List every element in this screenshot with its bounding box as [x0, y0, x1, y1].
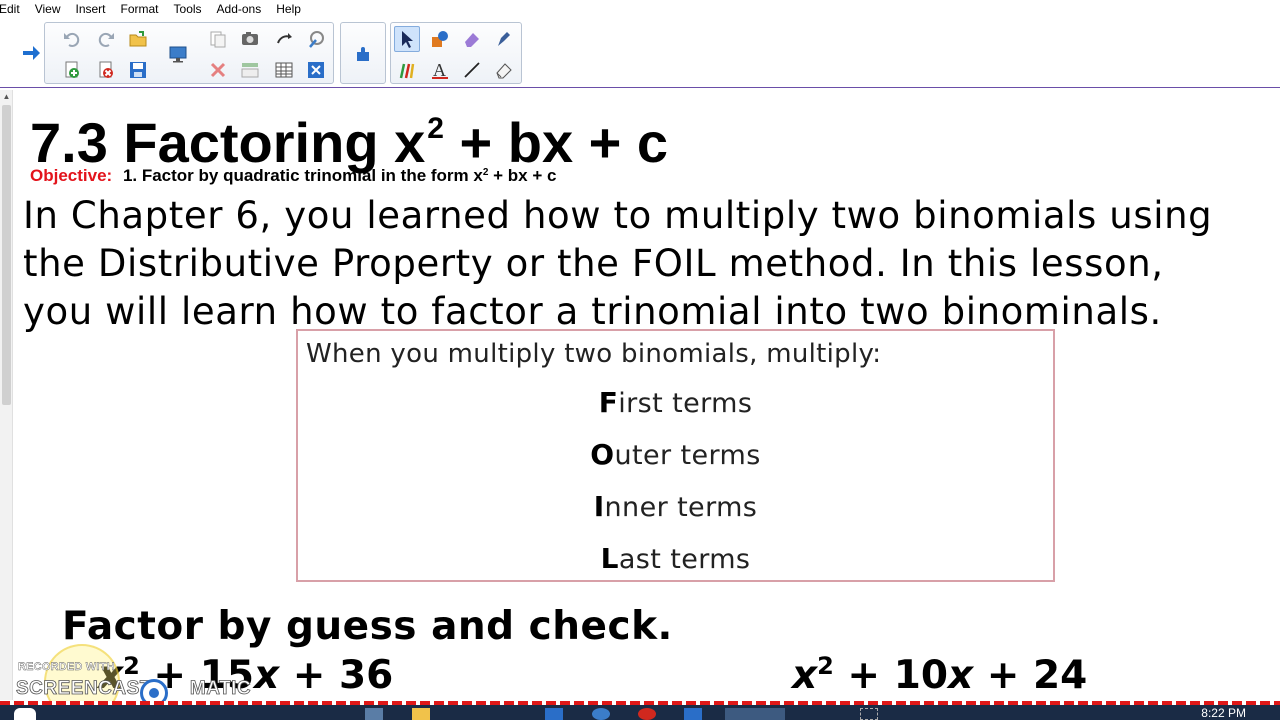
active-app-icon[interactable] — [725, 708, 785, 720]
pen-tool-icon[interactable] — [491, 26, 517, 52]
screencast-watermark: RECORDED WITH SCREENCAST MATIC — [14, 658, 251, 707]
menu-help[interactable]: Help — [269, 0, 309, 18]
line-tool-icon[interactable] — [459, 57, 485, 83]
forward-arrow-icon[interactable] — [18, 40, 44, 66]
toolbar-group-addons — [340, 22, 386, 84]
eraser-icon[interactable] — [491, 57, 517, 83]
clock: 8:22 PM — [1201, 706, 1246, 720]
guess-check-heading: Factor by guess and check. — [62, 604, 673, 649]
shapes-icon[interactable] — [427, 26, 453, 52]
taskview-icon[interactable] — [365, 708, 383, 720]
toolbar-group-page — [44, 22, 334, 84]
close-box-icon[interactable] — [303, 57, 329, 83]
menu-edit[interactable]: Edit — [0, 0, 28, 18]
foil-heading: When you multiply two binomials, multipl… — [306, 339, 882, 369]
grid-icon[interactable] — [271, 57, 297, 83]
menu-tools[interactable]: Tools — [167, 0, 210, 18]
objective-label: Objective: — [30, 166, 113, 185]
creative-pens-icon[interactable] — [394, 57, 420, 83]
taskbar: 8:22 PM — [0, 705, 1280, 720]
foil-row-last: Last terms — [600, 542, 751, 575]
new-page-icon[interactable] — [59, 57, 85, 83]
toolbar: A — [0, 18, 1280, 88]
snip-icon[interactable] — [860, 708, 878, 720]
screen-shade-icon[interactable] — [165, 41, 191, 67]
delete-page-icon[interactable] — [93, 57, 119, 83]
foil-box[interactable]: When you multiply two binomials, multipl… — [296, 329, 1055, 582]
watermark-recorded-text: RECORDED WITH — [18, 661, 115, 673]
undo-icon[interactable] — [59, 26, 85, 52]
intro-paragraph: In Chapter 6, you learned how to multipl… — [23, 192, 1273, 336]
vertical-scrollbar[interactable]: ▲ — [0, 90, 13, 700]
menu-add-ons[interactable]: Add-ons — [210, 0, 270, 18]
save-icon[interactable] — [125, 57, 151, 83]
objective-text: 1. Factor by quadratic trinomial in the … — [122, 166, 557, 185]
browser-icon[interactable] — [592, 708, 610, 720]
text-tool-icon[interactable]: A — [427, 57, 453, 83]
eraser-shape-icon[interactable] — [459, 26, 485, 52]
select-tool-icon[interactable] — [394, 26, 420, 52]
table-view-icon[interactable] — [237, 57, 263, 83]
search-icon[interactable] — [14, 708, 36, 720]
intro-line: the Distributive Property or the FOIL me… — [23, 242, 1164, 285]
screen-capture-icon[interactable] — [271, 26, 297, 52]
expression-2: x2 + 10x + 24 — [792, 652, 1088, 698]
media-icon[interactable] — [638, 708, 656, 720]
watermark-brand-text: SCREENCAST MATIC — [16, 678, 252, 700]
intro-line: In Chapter 6, you learned how to multipl… — [23, 194, 1213, 237]
camera-icon[interactable] — [237, 26, 263, 52]
foil-row-inner: Inner terms — [593, 490, 758, 523]
objective-line: Objective: 1. Factor by quadratic trinom… — [30, 163, 556, 186]
menu-insert[interactable]: Insert — [68, 0, 113, 18]
app-icon[interactable] — [545, 708, 563, 720]
menu-format[interactable]: Format — [114, 0, 167, 18]
copy-page-icon[interactable] — [205, 26, 231, 52]
redo-icon[interactable] — [93, 26, 119, 52]
toolbar-group-tools: A — [390, 22, 522, 84]
foil-row-outer: Outer terms — [590, 438, 761, 471]
magic-pen-icon[interactable] — [303, 26, 329, 52]
scroll-up-icon[interactable]: ▲ — [0, 90, 13, 103]
scroll-thumb[interactable] — [2, 105, 11, 405]
delete-icon[interactable] — [205, 57, 231, 83]
menu-bar: Edit View Insert Format Tools Add-ons He… — [0, 0, 1280, 18]
open-folder-icon[interactable] — [125, 26, 151, 52]
foil-row-first: First terms — [598, 386, 753, 419]
word-icon[interactable] — [684, 708, 702, 720]
add-ons-icon[interactable] — [350, 41, 376, 67]
file-explorer-icon[interactable] — [412, 708, 430, 720]
menu-view[interactable]: View — [28, 0, 69, 18]
